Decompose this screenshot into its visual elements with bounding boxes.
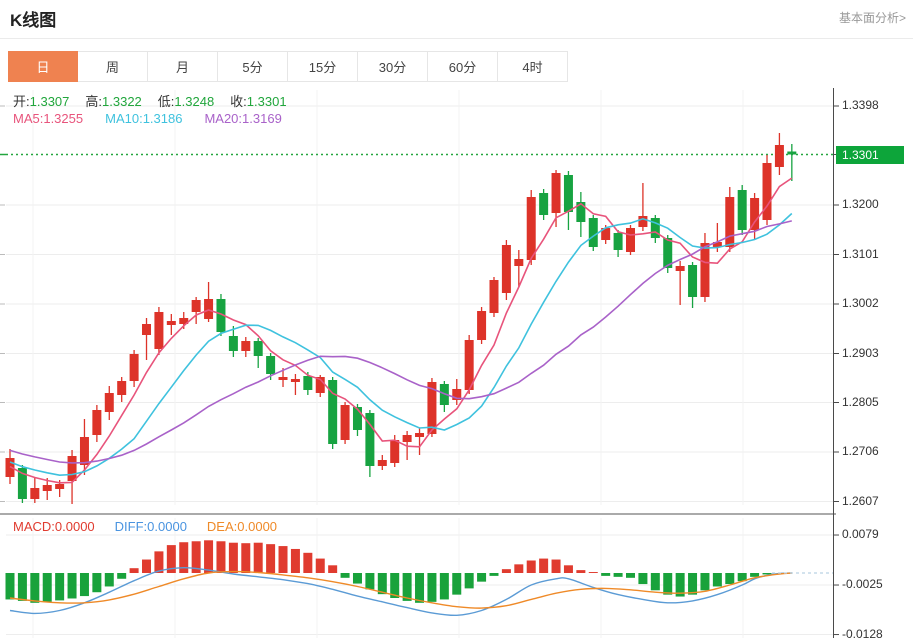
current-price-tag: 1.3301 <box>836 146 904 164</box>
ohlc-row-item-2: 低:1.3248 <box>158 91 214 110</box>
tab-interval-2[interactable]: 月 <box>148 51 218 82</box>
ma-row-item-0: MA5:1.3255 <box>13 111 83 126</box>
macd-row-item-1: DIFF:0.0000 <box>115 519 187 534</box>
macd-axis-tick-1: -0.0025 <box>842 577 883 591</box>
macd-axis-tick-2: -0.0128 <box>842 627 883 641</box>
tab-interval-4[interactable]: 15分 <box>288 51 358 82</box>
tab-interval-5[interactable]: 30分 <box>358 51 428 82</box>
macd-axis-tick-0: 0.0079 <box>842 527 879 541</box>
price-axis-tick-4: 1.2903 <box>842 346 879 360</box>
fundamental-analysis-link[interactable]: 基本面分析> <box>839 9 906 26</box>
macd-readout: MACD:0.0000 DIFF:0.0000 DEA:0.0000 <box>13 519 297 534</box>
tab-interval-3[interactable]: 5分 <box>218 51 288 82</box>
macd-row-item-0: MACD:0.0000 <box>13 519 95 534</box>
interval-tabbar: 日周月5分15分30分60分4时 <box>8 51 568 82</box>
ma20-line <box>10 221 792 463</box>
ohlc-readout: 开:1.3307 高:1.3322 低:1.3248 收:1.3301 <box>13 91 303 110</box>
price-axis-tick-6: 1.2706 <box>842 444 879 458</box>
ohlc-row-item-0: 开:1.3307 <box>13 91 69 110</box>
tab-interval-1[interactable]: 周 <box>78 51 148 82</box>
price-axis-tick-0: 1.3398 <box>842 98 879 112</box>
price-axis-tick-7: 1.2607 <box>842 494 879 508</box>
page-title: K线图 <box>10 6 56 31</box>
ma-readout: MA5:1.3255 MA10:1.3186 MA20:1.3169 <box>13 111 304 126</box>
diff-line <box>10 568 792 616</box>
ma-row-item-1: MA10:1.3186 <box>105 111 182 126</box>
ma5-line <box>10 178 792 483</box>
tab-interval-0[interactable]: 日 <box>8 51 78 82</box>
title-divider <box>0 38 913 39</box>
tab-interval-7[interactable]: 4时 <box>498 51 568 82</box>
tab-interval-6[interactable]: 60分 <box>428 51 498 82</box>
ohlc-row-item-1: 高:1.3322 <box>85 91 141 110</box>
macd-row-item-2: DEA:0.0000 <box>207 519 277 534</box>
price-axis-tick-5: 1.2805 <box>842 395 879 409</box>
ohlc-row-item-3: 收:1.3301 <box>230 91 286 110</box>
ma10-line <box>10 214 792 476</box>
price-axis-tick-3: 1.3002 <box>842 296 879 310</box>
ma-row-item-2: MA20:1.3169 <box>204 111 281 126</box>
price-axis-tick-1: 1.3200 <box>842 197 879 211</box>
price-axis-tick-2: 1.3101 <box>842 247 879 261</box>
